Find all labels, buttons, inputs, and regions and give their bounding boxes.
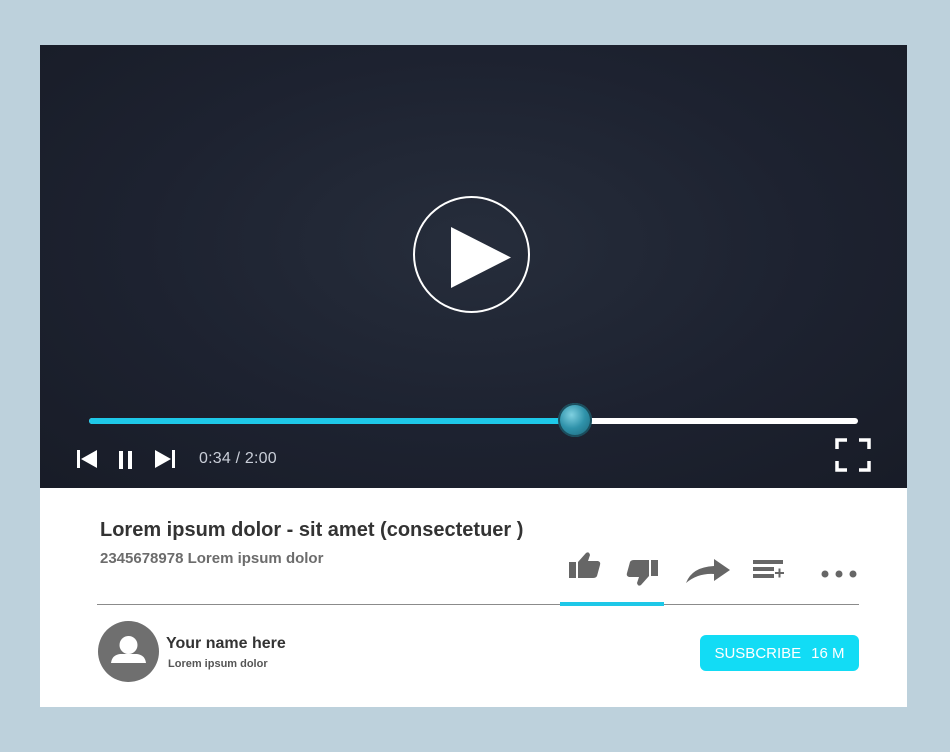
skip-forward-icon: [155, 450, 175, 468]
share-icon: [686, 559, 730, 583]
subscriber-count: 16 M: [811, 644, 845, 662]
progress-fill: [89, 418, 575, 424]
previous-button[interactable]: [76, 449, 98, 474]
user-icon: [111, 636, 146, 663]
channel-name[interactable]: Your name here: [166, 635, 286, 653]
play-button[interactable]: [413, 196, 530, 313]
more-button[interactable]: [820, 566, 858, 584]
fullscreen-button[interactable]: [835, 438, 871, 477]
share-button[interactable]: [684, 557, 732, 590]
fullscreen-icon: [835, 438, 871, 472]
time-display: 0:34 / 2:00: [199, 450, 277, 467]
skip-back-icon: [77, 450, 97, 468]
progress-scrubber[interactable]: [558, 403, 592, 437]
thumbs-up-icon: [569, 552, 601, 578]
pause-button[interactable]: [118, 450, 134, 475]
video-meta: 2345678978 Lorem ipsum dolor: [100, 550, 324, 567]
subscribe-label: SUSBCRIBE: [714, 644, 802, 662]
video-player-card: 0:34 / 2:00 Lorem ipsum dolor - sit amet…: [40, 45, 907, 707]
divider: [97, 604, 859, 605]
pause-icon: [119, 451, 132, 469]
video-title: Lorem ipsum dolor - sit amet (consectetu…: [100, 519, 524, 541]
subscribe-button[interactable]: SUSBCRIBE 16 M: [700, 635, 859, 671]
more-icon: [821, 570, 857, 578]
video-area[interactable]: 0:34 / 2:00: [40, 45, 907, 488]
avatar[interactable]: [98, 621, 159, 682]
progress-bar[interactable]: [89, 403, 858, 437]
thumbs-down-icon: [626, 560, 658, 586]
add-to-playlist-button[interactable]: [752, 559, 786, 584]
dislike-button[interactable]: [625, 559, 659, 592]
like-button[interactable]: [568, 551, 602, 584]
next-button[interactable]: [154, 449, 176, 474]
add-to-playlist-icon: [753, 560, 784, 578]
active-action-indicator: [560, 602, 664, 606]
play-icon: [451, 227, 511, 288]
channel-description: Lorem ipsum dolor: [168, 658, 268, 670]
